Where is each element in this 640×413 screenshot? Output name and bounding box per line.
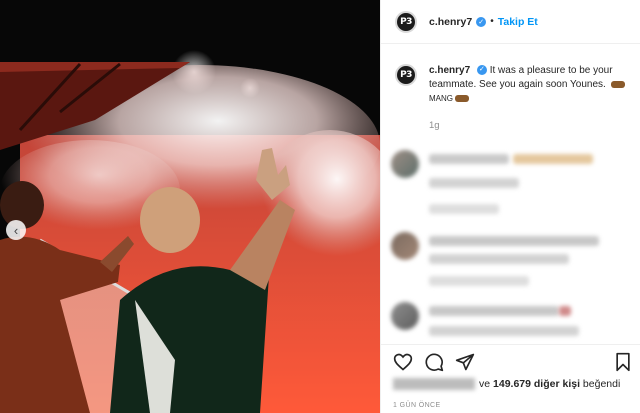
blurred-text <box>429 326 579 336</box>
likes-suffix: beğendi <box>582 378 621 390</box>
blurred-liker-name <box>393 378 475 390</box>
blurred-text <box>429 254 569 264</box>
comment-avatar <box>391 150 419 178</box>
likes-line: ve 149.679 diğer kişi beğendi <box>393 378 620 390</box>
separator-dot: • <box>490 16 494 27</box>
post-date[interactable]: 1 GÜN ÖNCE <box>393 402 441 409</box>
comment-icon[interactable] <box>424 352 444 372</box>
caption-text: c.henry7 ✓ It was a pleasure to be your … <box>429 64 631 106</box>
hand-emoji-icon <box>610 80 625 88</box>
caption-username[interactable]: c.henry7 <box>429 65 470 76</box>
blurred-text <box>429 204 499 214</box>
likes-and: ve <box>479 378 491 390</box>
share-icon[interactable] <box>455 352 475 372</box>
caption-time: 1g <box>429 120 440 131</box>
post-photo[interactable]: ‹ <box>0 0 380 413</box>
likes-count[interactable]: 149.679 diğer kişi <box>493 378 580 390</box>
concert-photo-image <box>0 0 380 413</box>
blurred-text <box>429 306 559 316</box>
avatar[interactable]: P3 <box>395 10 417 33</box>
follow-button[interactable]: Takip Et <box>498 16 538 28</box>
caption-emoji-word: MANG <box>429 94 453 103</box>
blurred-text <box>429 236 599 246</box>
username-link[interactable]: c.henry7 <box>429 16 472 28</box>
chevron-left-icon: ‹ <box>13 222 19 238</box>
blurred-text <box>513 154 593 164</box>
post-caption: P3 c.henry7 ✓ It was a pleasure to be yo… <box>395 64 631 133</box>
comment-item <box>391 232 631 292</box>
post-header: P3 c.henry7 ✓ • Takip Et <box>381 0 640 44</box>
caption-avatar[interactable]: P3 <box>395 64 417 86</box>
verified-badge-icon: ✓ <box>476 65 487 76</box>
comment-item <box>391 150 631 214</box>
carousel-prev-button[interactable]: ‹ <box>6 220 26 240</box>
post-side-panel: P3 c.henry7 ✓ • Takip Et P3 c.henry7 ✓ I… <box>380 0 640 413</box>
blurred-text <box>559 306 571 316</box>
post-actions <box>381 344 640 378</box>
blurred-text <box>429 178 519 188</box>
hand-emoji-icon <box>455 94 469 102</box>
verified-badge-icon: ✓ <box>476 16 487 27</box>
comment-avatar <box>391 232 419 260</box>
blurred-text <box>429 276 529 286</box>
heart-icon[interactable] <box>393 352 413 372</box>
comment-avatar <box>391 302 419 330</box>
bookmark-icon[interactable] <box>613 352 633 372</box>
blurred-text <box>429 154 509 164</box>
